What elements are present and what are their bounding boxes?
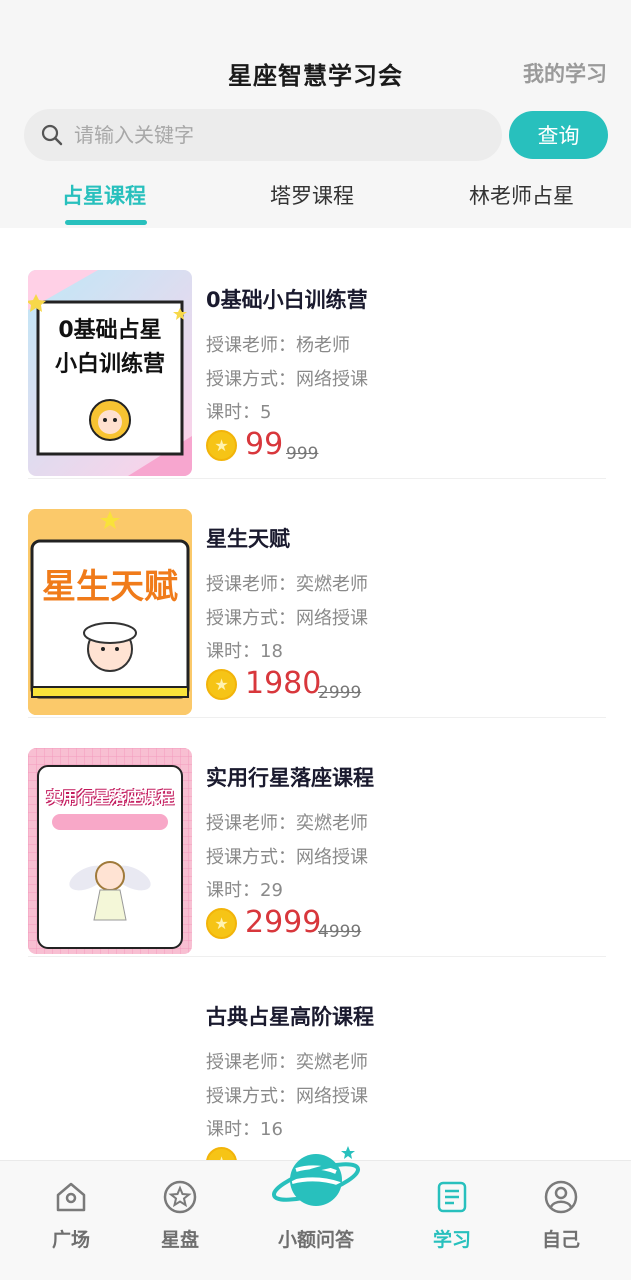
query-button[interactable]: 查询	[509, 111, 608, 159]
active-tab-indicator	[65, 220, 147, 225]
book-icon	[437, 1181, 467, 1213]
course-teacher: 授课老师：奕燃老师	[206, 813, 368, 834]
course-teacher: 授课老师：奕燃老师	[206, 1052, 368, 1073]
search-box[interactable]	[24, 109, 502, 161]
course-hours: 课时：5	[206, 402, 272, 423]
nav-label: 广场	[51, 1229, 90, 1251]
course-mode: 授课方式：网络授课	[206, 1086, 368, 1107]
tab-lin-teacher-astrology[interactable]: 林老师占星	[469, 180, 574, 210]
course-title: 星生天赋	[206, 527, 290, 551]
user-icon	[544, 1180, 578, 1214]
coin-icon: ★	[206, 908, 237, 939]
course-original-price: 2999	[318, 683, 362, 703]
coin-icon: ★	[206, 669, 237, 700]
course-hours: 课时：29	[206, 880, 283, 901]
nav-label: 自己	[541, 1229, 580, 1251]
course-price: 1980	[245, 666, 322, 701]
course-mode: 授课方式：网络授课	[206, 608, 368, 629]
course-mode: 授课方式：网络授课	[206, 369, 368, 390]
planet-icon[interactable]	[268, 1138, 364, 1218]
course-original-price: 4999	[318, 922, 362, 942]
course-teacher: 授课老师：杨老师	[206, 335, 350, 356]
my-learning-link[interactable]: 我的学习	[523, 58, 607, 88]
course-thumbnail: 0基础占星 小白训练营	[28, 270, 192, 476]
course-price: 2999	[245, 905, 322, 940]
course-title: 0基础小白训练营	[206, 288, 368, 312]
course-thumbnail: 实用行星落座课程	[28, 748, 192, 954]
tab-tarot-course[interactable]: 塔罗课程	[270, 180, 354, 210]
search-icon	[41, 124, 63, 146]
course-thumbnail: 星生天赋	[28, 509, 192, 715]
course-original-price: 999	[286, 444, 319, 464]
star-icon	[163, 1180, 197, 1214]
thumbnail-caption: 星生天赋	[42, 567, 178, 607]
tab-astrology-course[interactable]: 占星课程	[62, 180, 146, 210]
course-card[interactable]: 星生天赋 星生天赋 授课老师：奕燃老师 授课方式：网络授课 课时：18 ★ 19…	[28, 479, 606, 718]
course-title: 实用行星落座课程	[206, 766, 374, 790]
thumbnail-caption: 0基础占星 小白训练营	[54, 318, 165, 377]
course-mode: 授课方式：网络授课	[206, 847, 368, 868]
course-teacher: 授课老师：奕燃老师	[206, 574, 368, 595]
nav-label: 星盘	[160, 1229, 199, 1251]
course-price: 99	[245, 427, 284, 462]
coin-icon: ★	[206, 430, 237, 461]
course-hours: 课时：18	[206, 641, 283, 662]
course-card[interactable]: 实用行星落座课程 实用行星落座课程 授课老师：奕燃老师 授课方式：网络授课 课时…	[28, 718, 606, 957]
nav-label: 小额问答	[277, 1229, 354, 1251]
search-input[interactable]	[74, 123, 454, 147]
home-icon	[56, 1182, 86, 1212]
tab-bar: 占星课程 塔罗课程 林老师占星	[0, 180, 631, 228]
course-card[interactable]: 0基础占星 小白训练营 0基础小白训练营 授课老师：杨老师 授课方式：网络授课 …	[28, 240, 606, 479]
nav-label: 学习	[432, 1229, 471, 1251]
thumbnail-caption: 实用行星落座课程	[45, 788, 174, 807]
course-title: 古典占星高阶课程	[206, 1005, 374, 1029]
